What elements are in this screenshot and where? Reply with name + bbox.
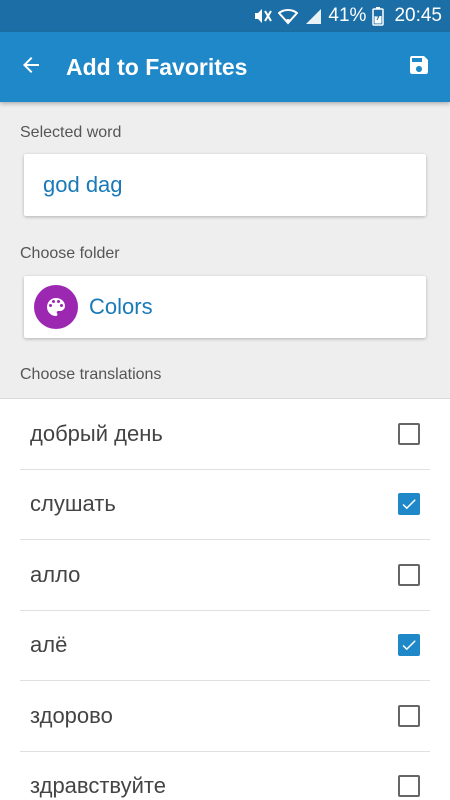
translation-text: слушать bbox=[30, 491, 116, 517]
selected-word-label: Selected word bbox=[20, 124, 122, 141]
translation-text: здорово bbox=[30, 702, 113, 728]
translation-text: добрый день bbox=[30, 420, 163, 446]
choose-translations-label: Choose translations bbox=[20, 366, 162, 383]
page-title: Add to Favorites bbox=[66, 53, 248, 80]
battery-percent: 41% bbox=[328, 5, 367, 26]
translation-row[interactable]: добрый день bbox=[20, 399, 430, 470]
translation-row[interactable]: здравствуйте bbox=[20, 752, 430, 800]
translations-list: добрый день слушать алло алё здорово здр… bbox=[0, 398, 450, 800]
translation-checkbox[interactable] bbox=[398, 775, 420, 798]
translation-checkbox[interactable] bbox=[398, 422, 420, 445]
wifi-icon bbox=[278, 7, 299, 25]
folder-name: Colors bbox=[89, 294, 153, 319]
check-icon bbox=[402, 640, 416, 651]
translation-text: алло bbox=[30, 561, 81, 587]
translation-text: здравствуйте bbox=[30, 773, 166, 799]
translation-checkbox[interactable] bbox=[398, 634, 420, 657]
palette-icon bbox=[34, 285, 78, 329]
translation-row[interactable]: здорово bbox=[20, 681, 430, 752]
translation-checkbox[interactable] bbox=[398, 493, 420, 516]
translation-row[interactable]: алло bbox=[20, 540, 430, 611]
mute-icon bbox=[252, 7, 273, 25]
form-area: Selected word god dag Choose folder Colo… bbox=[0, 102, 450, 398]
translation-row[interactable]: слушать bbox=[20, 470, 430, 540]
choose-folder-label: Choose folder bbox=[20, 245, 120, 262]
translation-checkbox[interactable] bbox=[398, 704, 420, 727]
save-icon bbox=[407, 53, 431, 82]
battery-icon bbox=[372, 6, 385, 26]
status-bar: 41% 20:45 bbox=[0, 0, 450, 32]
arrow-back-icon bbox=[19, 53, 43, 82]
folder-selector[interactable]: Colors bbox=[24, 276, 426, 338]
app-bar: Add to Favorites bbox=[0, 32, 450, 102]
selected-word-card: god dag bbox=[24, 154, 426, 216]
back-button[interactable] bbox=[0, 32, 62, 102]
signal-icon bbox=[304, 7, 322, 25]
status-time: 20:45 bbox=[394, 5, 442, 26]
save-button[interactable] bbox=[388, 32, 450, 102]
translation-checkbox[interactable] bbox=[398, 563, 420, 586]
translation-row[interactable]: алё bbox=[20, 611, 430, 681]
check-icon bbox=[402, 499, 416, 510]
translation-text: алё bbox=[30, 632, 68, 658]
selected-word-value: god dag bbox=[43, 172, 123, 197]
